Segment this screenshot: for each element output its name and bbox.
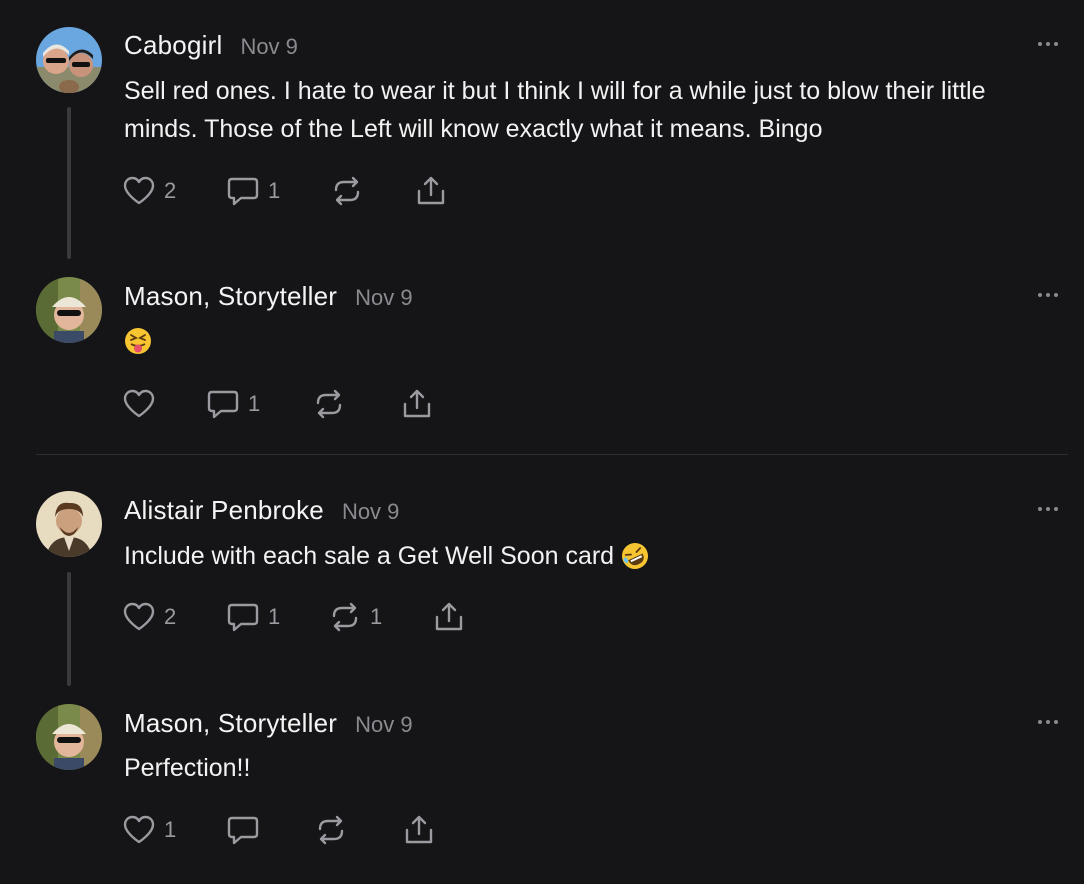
more-options-icon[interactable] bbox=[1038, 504, 1062, 514]
comment-bubble-icon bbox=[207, 390, 239, 419]
share-button[interactable] bbox=[432, 601, 466, 633]
emoji-squinting-tongue bbox=[124, 327, 152, 355]
emoji-rolling-laughing bbox=[621, 542, 649, 570]
avatar[interactable] bbox=[36, 704, 102, 770]
restack-button[interactable] bbox=[330, 175, 414, 207]
thread-line bbox=[67, 572, 71, 686]
share-button[interactable] bbox=[414, 175, 448, 207]
restack-icon bbox=[334, 176, 360, 206]
reply-button[interactable] bbox=[226, 814, 314, 846]
like-count: 2 bbox=[164, 178, 177, 203]
comment-body bbox=[124, 322, 1054, 360]
comment-header: Mason, Storyteller Nov 9 bbox=[124, 281, 413, 312]
action-bar: 1 bbox=[122, 386, 434, 422]
comment-bubble-icon bbox=[227, 816, 259, 845]
restack-icon bbox=[332, 602, 358, 632]
restack-icon bbox=[318, 815, 344, 845]
share-button[interactable] bbox=[402, 814, 436, 846]
restack-button[interactable] bbox=[312, 388, 400, 420]
avatar[interactable] bbox=[36, 27, 102, 93]
share-icon bbox=[403, 389, 431, 418]
timestamp[interactable]: Nov 9 bbox=[355, 285, 412, 311]
reply-button[interactable]: 1 bbox=[226, 601, 328, 633]
timestamp[interactable]: Nov 9 bbox=[355, 712, 412, 738]
like-count: 2 bbox=[164, 604, 177, 629]
comment-header: Alistair Penbroke Nov 9 bbox=[124, 495, 399, 526]
restack-button[interactable]: 1 bbox=[328, 601, 432, 633]
author-name[interactable]: Mason, Storyteller bbox=[124, 708, 337, 739]
heart-icon bbox=[123, 815, 155, 844]
comment-body: Include with each sale a Get Well Soon c… bbox=[124, 537, 1054, 575]
thread-divider bbox=[36, 454, 1068, 455]
restack-count: 1 bbox=[370, 604, 383, 629]
more-options-icon[interactable] bbox=[1038, 290, 1062, 300]
author-name[interactable]: Mason, Storyteller bbox=[124, 281, 337, 312]
heart-icon bbox=[123, 602, 155, 631]
share-icon bbox=[417, 176, 445, 205]
restack-icon bbox=[316, 389, 342, 419]
comment-body: Sell red ones. I hate to wear it but I t… bbox=[124, 77, 986, 143]
more-options-icon[interactable] bbox=[1038, 39, 1062, 49]
reply-button[interactable]: 1 bbox=[226, 175, 330, 207]
reply-button[interactable]: 1 bbox=[206, 388, 312, 420]
share-button[interactable] bbox=[400, 388, 434, 420]
comment-header: Cabogirl Nov 9 bbox=[124, 30, 298, 61]
author-name[interactable]: Alistair Penbroke bbox=[124, 495, 324, 526]
reply-count: 1 bbox=[248, 391, 261, 416]
thread-line bbox=[67, 107, 71, 259]
comment-bubble-icon bbox=[227, 603, 259, 632]
avatar[interactable] bbox=[36, 277, 102, 343]
action-bar: 2 1 bbox=[122, 173, 448, 209]
reply-count: 1 bbox=[268, 604, 281, 629]
heart-icon bbox=[123, 389, 155, 418]
like-button[interactable]: 2 bbox=[122, 601, 226, 633]
restack-button[interactable] bbox=[314, 814, 402, 846]
author-name[interactable]: Cabogirl bbox=[124, 30, 222, 61]
comment-bubble-icon bbox=[227, 177, 259, 206]
more-options-icon[interactable] bbox=[1038, 717, 1062, 727]
timestamp[interactable]: Nov 9 bbox=[342, 499, 399, 525]
share-icon bbox=[435, 602, 463, 631]
like-count: 1 bbox=[164, 817, 177, 842]
avatar[interactable] bbox=[36, 491, 102, 557]
action-bar: 1 bbox=[122, 812, 436, 848]
comment-body: Perfection!! bbox=[124, 754, 251, 782]
timestamp[interactable]: Nov 9 bbox=[240, 34, 297, 60]
like-button[interactable] bbox=[122, 388, 206, 420]
comment-text: Include with each sale a Get Well Soon c… bbox=[124, 542, 615, 570]
like-button[interactable]: 2 bbox=[122, 175, 226, 207]
comment-header: Mason, Storyteller Nov 9 bbox=[124, 708, 413, 739]
heart-icon bbox=[123, 176, 155, 205]
action-bar: 2 1 1 bbox=[122, 599, 466, 635]
reply-count: 1 bbox=[268, 178, 281, 203]
like-button[interactable]: 1 bbox=[122, 814, 226, 846]
share-icon bbox=[405, 815, 433, 844]
